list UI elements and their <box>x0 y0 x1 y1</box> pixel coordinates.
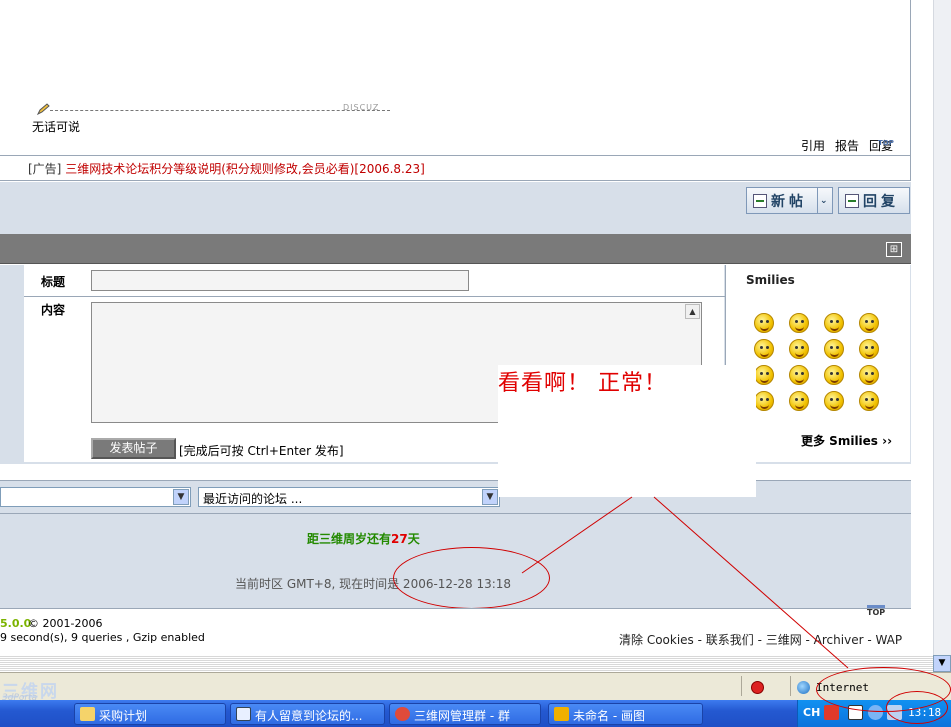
annotation-ellipse-tray <box>816 667 951 712</box>
handshake-icon[interactable] <box>824 339 844 359</box>
sad-icon[interactable] <box>859 365 879 385</box>
folder-icon <box>80 707 95 721</box>
laugh-icon[interactable] <box>754 391 774 411</box>
recent-forums-value: 最近访问的论坛 ... <box>203 492 303 506</box>
new-thread-dropdown[interactable]: ⌄ <box>817 187 833 214</box>
wink-icon[interactable] <box>789 313 809 333</box>
title-input[interactable] <box>91 270 469 291</box>
pencil-icon <box>36 103 51 116</box>
smile-icon[interactable] <box>754 313 774 333</box>
reply-label: 回复 <box>863 193 899 210</box>
globe-icon <box>797 681 810 694</box>
processing-stats: 9 second(s), 9 queries , Gzip enabled <box>0 631 205 644</box>
report-link[interactable]: 报告 <box>835 137 859 154</box>
popup-blocked-icon[interactable] <box>751 681 764 694</box>
footer-links[interactable]: 清除 Cookies - 联系我们 - 三维网 - Archiver - WAP <box>619 631 902 648</box>
forum-jump-select[interactable]: ▼ <box>0 487 191 507</box>
taskbar-button[interactable]: 采购计划 <box>74 703 226 725</box>
annotation-ellipse-time <box>393 547 550 609</box>
angry-icon[interactable] <box>789 365 809 385</box>
paint-icon <box>554 707 569 721</box>
top-link[interactable]: TOP <box>867 605 886 617</box>
taskbar-button[interactable]: 有人留意到论坛的... <box>230 703 385 725</box>
submit-post-button[interactable]: 发表帖子 <box>91 438 176 459</box>
taskbar-button-label: 未命名 - 画图 <box>573 709 645 723</box>
anniversary-countdown: 距三维周岁还有27天 <box>307 530 420 547</box>
taskbar-button-label: 有人留意到论坛的... <box>255 709 363 723</box>
post-content <box>0 0 911 155</box>
copyright-text: © 2001-2006 <box>28 617 103 630</box>
chevron-down-icon[interactable]: ▼ <box>173 489 189 505</box>
content-label: 内容 <box>41 303 66 317</box>
chat-group-icon <box>395 707 410 721</box>
new-thread-label: 新帖 <box>771 193 807 210</box>
smilies-title: Smilies <box>746 273 795 287</box>
taskbar-button[interactable]: 三维网管理群 - 群 <box>389 703 541 725</box>
new-thread-icon <box>753 193 767 208</box>
scroll-down-arrow[interactable]: ▼ <box>933 655 951 672</box>
phone-icon[interactable] <box>859 339 879 359</box>
reply-icon <box>845 193 859 208</box>
annotation-text: 看看啊！ 正常！ <box>498 371 667 396</box>
tongue-icon[interactable] <box>824 365 844 385</box>
ad-link[interactable]: 三维网技术论坛积分等级说明(积分规则修改,会员必看)[2006.8.23] <box>65 162 425 176</box>
page-bottom-hatch <box>0 655 933 672</box>
reply-button[interactable]: 回复 <box>838 187 910 214</box>
browser-icon <box>236 707 251 721</box>
signature-tag: DISCUZ <box>343 103 380 112</box>
status-separator <box>790 676 791 696</box>
chevron-down-icon[interactable]: ▼ <box>482 489 498 505</box>
vertical-scrollbar[interactable] <box>933 0 951 672</box>
recent-forums-select[interactable]: 最近访问的论坛 ... ▼ <box>198 487 500 507</box>
top-link-small[interactable]: TOP <box>878 139 894 147</box>
version-text: 5.0.0 <box>0 617 32 630</box>
ad-tag: [广告] <box>28 162 62 176</box>
textarea-scroll-up[interactable]: ▲ <box>685 304 700 319</box>
countdown-days: 27 <box>391 532 408 546</box>
quick-reply-header <box>0 234 911 264</box>
countdown-suffix: 天 <box>407 532 420 546</box>
blush-icon[interactable] <box>754 365 774 385</box>
quote-link[interactable]: 引用 <box>801 137 825 154</box>
collapse-icon[interactable]: ⊞ <box>886 242 902 257</box>
taskbar-button[interactable]: 未命名 - 画图 <box>548 703 703 725</box>
signature-text: 无话可说 <box>32 120 81 134</box>
signature-divider <box>50 110 390 111</box>
new-thread-button[interactable]: 新帖 <box>746 187 818 214</box>
submit-hint: [完成后可按 Ctrl+Enter 发布] <box>179 444 344 458</box>
more-smilies-link[interactable]: 更多 Smilies ›› <box>801 432 892 449</box>
shout-icon[interactable] <box>859 391 879 411</box>
countdown-prefix: 距三维周岁还有 <box>307 532 392 546</box>
clock-icon[interactable] <box>754 339 774 359</box>
bandage-icon[interactable] <box>824 391 844 411</box>
cry-icon[interactable] <box>789 391 809 411</box>
status-separator <box>741 676 742 696</box>
frog-icon[interactable] <box>824 313 844 333</box>
title-label: 标题 <box>41 275 66 289</box>
ad-row: [广告] 三维网技术论坛积分等级说明(积分规则修改,会员必看)[2006.8.2… <box>0 155 911 181</box>
lips-icon[interactable] <box>789 339 809 359</box>
taskbar-button-label: 采购计划 <box>99 709 148 723</box>
taskbar-button-label: 三维网管理群 - 群 <box>414 709 510 723</box>
language-indicator[interactable]: CH <box>803 706 820 719</box>
victory-icon[interactable] <box>859 313 879 333</box>
antivirus-icon[interactable] <box>824 705 839 720</box>
